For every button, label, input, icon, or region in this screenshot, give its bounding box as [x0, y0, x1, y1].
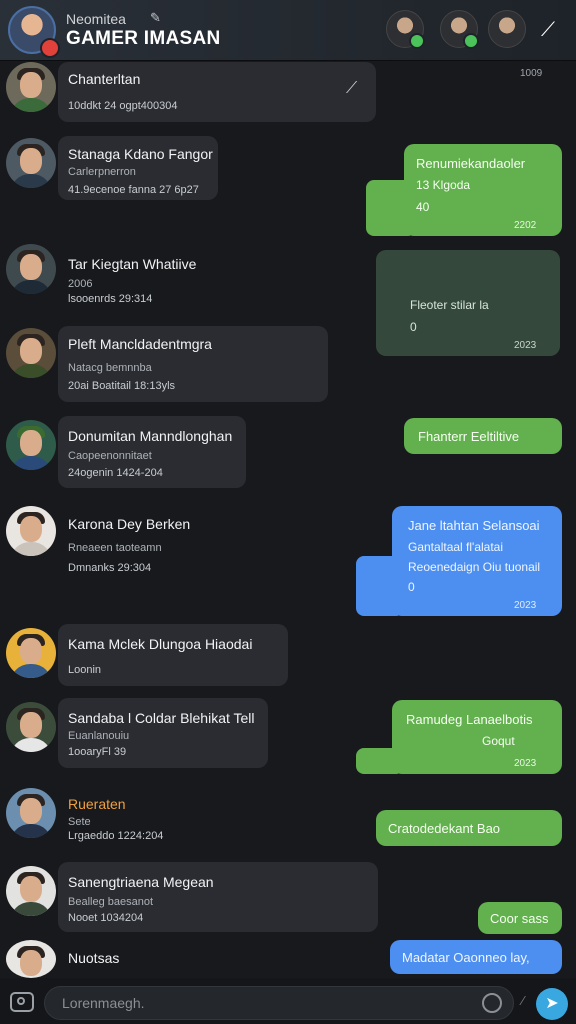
magic-wand-icon[interactable]: ⟋ — [534, 16, 562, 44]
send-icon[interactable]: ➤ — [536, 988, 568, 1020]
avatar[interactable] — [6, 866, 56, 916]
contact-card[interactable]: Karona Dey Berken Rneaeen taoteamn Dmnan… — [58, 504, 218, 588]
contact-meta: Nooet 1034204 — [68, 912, 144, 924]
notification-badge — [40, 38, 60, 58]
contact-meta: 10ddkt 24 ogpt400304 — [68, 100, 178, 112]
contact-card[interactable]: Sanengtriaena Megean Bealleg baesanot No… — [58, 862, 378, 932]
contact-meta: 41.9ecenoe fanna 27 6p27 — [68, 184, 199, 196]
contact-meta: 1ooaryFl 39 — [68, 746, 127, 758]
page-title: GAMER IMASAN — [66, 28, 221, 49]
contact-card[interactable]: Tar Kiegtan Whatiive 2006 lsooenrds 29:3… — [58, 244, 218, 308]
active-friend-avatar-2[interactable] — [440, 10, 479, 49]
contact-name: Sandaba l Coldar Blehikat Tell — [68, 710, 255, 726]
message-text: Coor sass — [490, 911, 549, 926]
contact-status: Rneaeen taoteamn — [68, 542, 162, 554]
avatar[interactable] — [6, 506, 56, 556]
message-line: 0 — [410, 320, 417, 334]
contact-meta: 24ogenin 1424-204 — [68, 467, 163, 479]
message-text: Madatar Oaonneo lay, — [402, 950, 530, 965]
contact-status: 2006 — [68, 278, 93, 290]
contact-name: Nuotsas — [68, 950, 120, 966]
contact-name: Donumitan Manndlonghan — [68, 428, 233, 444]
active-friend-avatar-1[interactable] — [386, 10, 425, 49]
contact-name: Stanaga Kdano Fangor — [68, 146, 213, 162]
contact-card[interactable]: Pleft Mancldadentmgra Natacg bemnnba 20a… — [58, 326, 328, 402]
avatar[interactable] — [6, 244, 56, 294]
message-text: Cratodedekant Bao — [388, 821, 501, 836]
contact-card[interactable]: Stanaga Kdano Fangor Carlerpnerron 41.9e… — [58, 136, 218, 200]
message-time: 2202 — [514, 220, 537, 231]
message-bubble[interactable]: Jane ltahtan Selansoai Gantaltaal fl'ala… — [392, 506, 562, 616]
message-text: Fhanterr Eeltiltive — [418, 429, 520, 444]
message-bubble[interactable]: Fhanterr Eeltiltive — [404, 418, 562, 454]
message-bubble[interactable]: Ramudeg Lanaelbotis Goqut 2023 — [392, 700, 562, 774]
contact-meta: lsooenrds 29:314 — [68, 293, 153, 305]
message-time: 1009 — [520, 68, 543, 79]
contact-name: Chanterltan — [68, 71, 141, 87]
camera-icon[interactable] — [10, 992, 34, 1012]
avatar[interactable] — [6, 62, 56, 112]
contact-name: Kama Mclek Dlungoa Hiaodai — [68, 636, 253, 652]
active-friend-avatar-3[interactable] — [488, 10, 526, 48]
contact-status: Euanlanouiu — [68, 730, 130, 742]
header-subtitle: Neomitea — [66, 11, 126, 27]
contact-card[interactable]: Kama Mclek Dlungoa Hiaodai Loonin — [58, 624, 288, 686]
avatar[interactable] — [6, 628, 56, 678]
message-text: Renumiekandaoler — [416, 156, 526, 171]
message-line: Gantaltaal fl'alatai — [408, 540, 504, 554]
contact-name: Karona Dey Berken — [68, 516, 191, 532]
message-time: 2023 — [514, 758, 537, 769]
message-line: 40 — [416, 200, 430, 214]
message-bubble[interactable]: Renumiekandaoler 13 Klgoda 40 2202 — [404, 144, 562, 236]
online-indicator — [409, 33, 425, 49]
contact-meta: 20ai Boatitail 18:13yls — [68, 380, 176, 392]
message-text: Fleoter stilar la — [410, 298, 489, 312]
message-text: Ramudeg Lanaelbotis — [406, 712, 533, 727]
divider-icon: ⁄ — [522, 993, 525, 1008]
contact-name: Sanengtriaena Megean — [68, 874, 214, 890]
message-bubble[interactable]: Fleoter stilar la 0 2023 — [376, 250, 560, 356]
contact-status: Caopeenonnitaet — [68, 450, 152, 462]
message-time: 2023 — [514, 600, 537, 611]
pin-icon[interactable]: ⟋ — [346, 80, 357, 98]
contact-card[interactable]: Chanterltan 10ddkt 24 ogpt400304 ⟋ — [58, 62, 376, 122]
contact-card[interactable]: Sandaba l Coldar Blehikat Tell Euanlanou… — [58, 698, 268, 768]
avatar[interactable] — [6, 940, 56, 978]
contact-status: Sete — [68, 816, 91, 828]
top-bar: Neomitea ✎ GAMER IMASAN ⟋ — [0, 0, 576, 60]
message-text: Jane ltahtan Selansoai — [408, 518, 540, 533]
contact-status: Carlerpnerron — [68, 166, 136, 178]
contact-card[interactable]: Rueraten Sete Lrgaeddo 1224:204 — [58, 788, 238, 848]
avatar[interactable] — [6, 138, 56, 188]
contact-card[interactable]: Nuotsas — [58, 942, 218, 974]
message-time: 2023 — [514, 340, 537, 351]
message-input-placeholder: Lorenmaegh. — [62, 995, 145, 1011]
contact-meta: Loonin — [68, 664, 102, 676]
message-line: Reoenedaign Oiu tuonail — [408, 560, 541, 574]
message-line: 0 — [408, 580, 415, 594]
message-bubble[interactable]: Madatar Oaonneo lay, — [390, 940, 562, 974]
contact-name: Tar Kiegtan Whatiive — [68, 256, 197, 272]
contact-meta: Dmnanks 29:304 — [68, 562, 152, 574]
contact-status: Bealleg baesanot — [68, 896, 154, 908]
pencil-icon[interactable]: ✎ — [150, 10, 161, 26]
online-indicator — [463, 33, 479, 49]
message-bubble[interactable]: Coor sass — [478, 902, 562, 934]
contact-name: Rueraten — [68, 796, 126, 812]
message-bubble[interactable]: Cratodedekant Bao — [376, 810, 562, 846]
contact-name: Pleft Mancldadentmgra — [68, 336, 212, 352]
message-line: 13 Klgoda — [416, 178, 471, 192]
contact-card[interactable]: Donumitan Manndlonghan Caopeenonnitaet 2… — [58, 416, 246, 488]
avatar[interactable] — [6, 328, 56, 378]
contact-meta: Lrgaeddo 1224:204 — [68, 830, 164, 842]
emoji-icon[interactable] — [482, 993, 502, 1013]
avatar[interactable] — [6, 788, 56, 838]
avatar[interactable] — [6, 420, 56, 470]
contact-status: Natacg bemnnba — [68, 362, 152, 374]
avatar[interactable] — [6, 702, 56, 752]
message-line: Goqut — [482, 734, 515, 748]
